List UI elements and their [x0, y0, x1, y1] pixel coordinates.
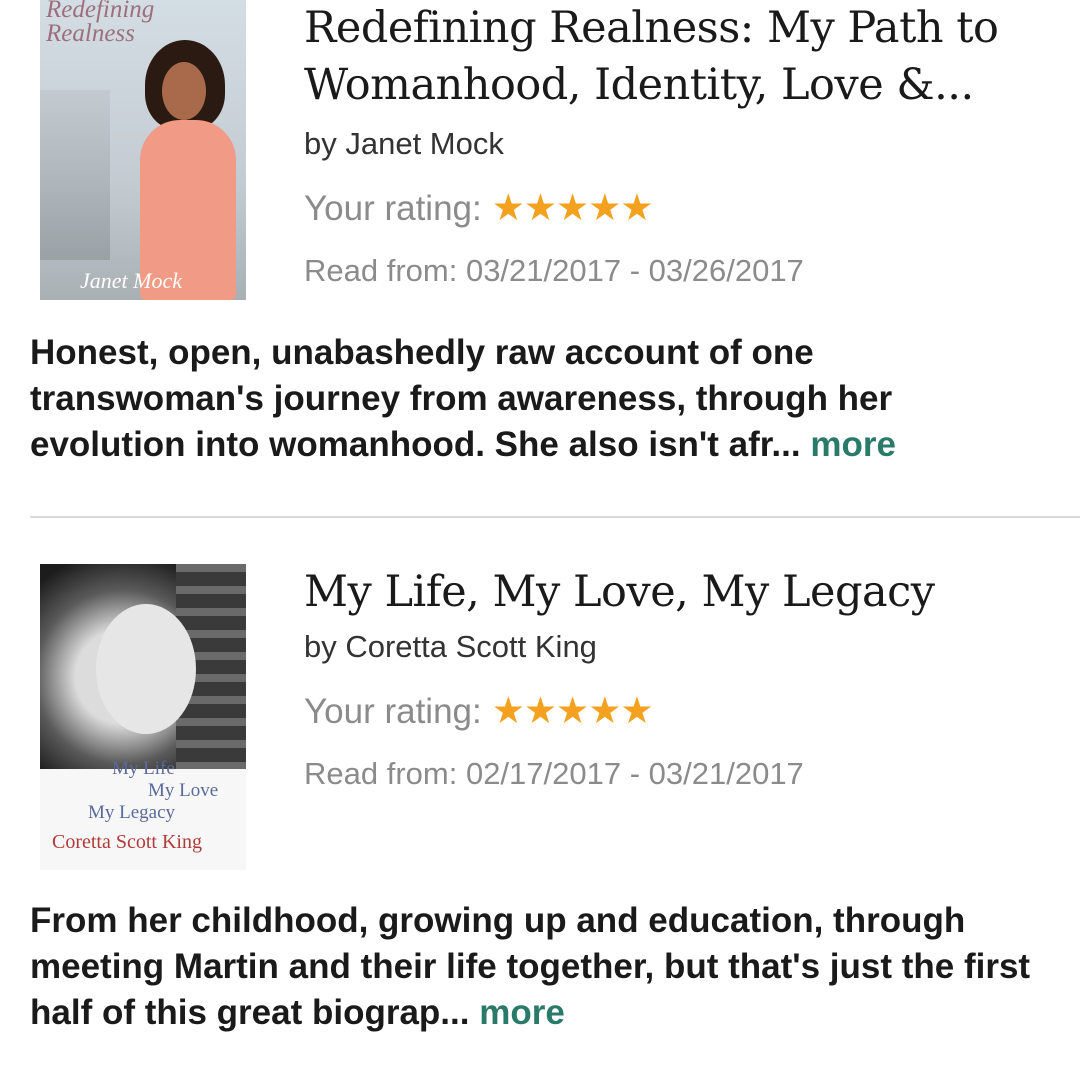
- cover-author-text: Coretta Scott King: [52, 831, 202, 853]
- more-link[interactable]: more: [479, 993, 565, 1032]
- book-title[interactable]: My Life, My Love, My Legacy: [304, 564, 1060, 621]
- book-entry: My Life My Love My Legacy Coretta Scott …: [0, 518, 1080, 1080]
- cover-author-text: Janet Mock: [80, 268, 182, 293]
- rating-label: Your rating:: [304, 189, 482, 228]
- star-rating[interactable]: ★★★★★: [492, 187, 654, 228]
- book-author[interactable]: by Coretta Scott King: [304, 627, 1060, 667]
- review-text: From her childhood, growing up and educa…: [30, 898, 1050, 1036]
- more-link[interactable]: more: [810, 425, 896, 464]
- cover-title-text: Redefining Realness: [46, 0, 155, 47]
- book-meta: My Life, My Love, My Legacy by Coretta S…: [304, 564, 1060, 794]
- read-dates: Read from: 03/21/2017 - 03/26/2017: [304, 253, 804, 288]
- cover-figure-face: [162, 62, 206, 120]
- cover-title-line: My Legacy: [88, 802, 176, 823]
- book-cover-image[interactable]: Redefining Realness Janet Mock: [40, 0, 246, 300]
- rating-row: Your rating: ★★★★★: [304, 689, 1060, 734]
- book-entry: Redefining Realness Janet Mock Redefinin…: [0, 0, 1080, 516]
- cover-portrait-face: [96, 604, 196, 734]
- cover-title-line: My Life: [112, 758, 175, 779]
- star-rating[interactable]: ★★★★★: [492, 690, 654, 731]
- cover-skyline: [40, 90, 110, 260]
- rating-label: Your rating:: [304, 692, 482, 731]
- book-title[interactable]: Redefining Realness: My Path to Womanhoo…: [304, 0, 1060, 114]
- review-text: Honest, open, unabashedly raw account of…: [30, 330, 1050, 468]
- cover-title-line: My Love: [148, 780, 219, 801]
- book-author[interactable]: by Janet Mock: [304, 124, 1060, 164]
- rating-row: Your rating: ★★★★★: [304, 186, 1060, 231]
- read-dates: Read from: 02/17/2017 - 03/21/2017: [304, 756, 804, 791]
- book-cover-image[interactable]: My Life My Love My Legacy Coretta Scott …: [40, 564, 246, 870]
- review-body: Honest, open, unabashedly raw account of…: [30, 333, 893, 464]
- book-meta: Redefining Realness: My Path to Womanhoo…: [304, 0, 1060, 291]
